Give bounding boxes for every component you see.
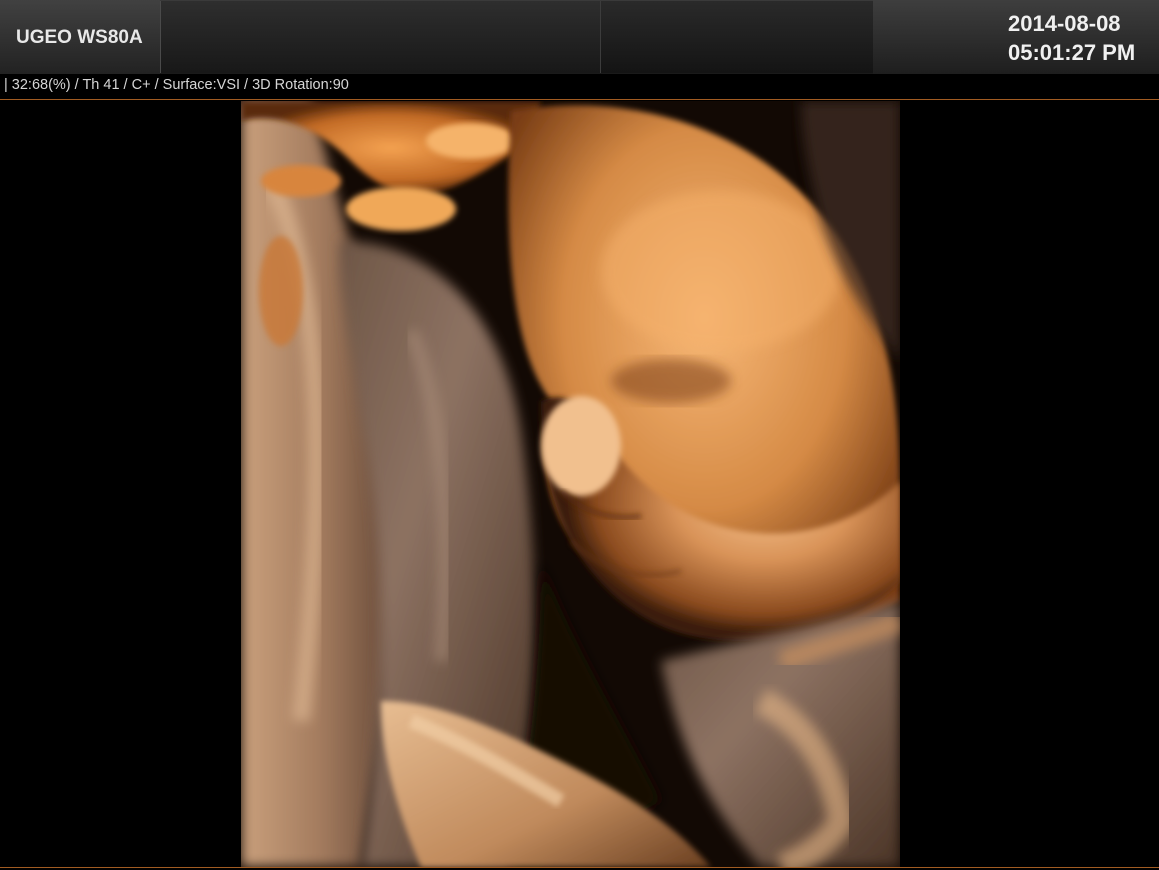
render-parameters: | 32:68(%) / Th 41 / C+ / Surface:VSI / … — [4, 77, 349, 93]
device-brand-panel: UGEO WS80A — [0, 0, 160, 74]
header-panel-patient — [160, 1, 601, 73]
image-viewport[interactable] — [0, 101, 1159, 868]
header-panel-probe — [600, 1, 873, 73]
3d-render-image — [241, 101, 900, 867]
device-name: UGEO WS80A — [16, 27, 143, 48]
current-date: 2014-08-08 — [1008, 11, 1121, 36]
top-header-bar: UGEO WS80A 2014-08-08 05:01:27 PM — [0, 0, 1159, 74]
ultrasound-screen: UGEO WS80A 2014-08-08 05:01:27 PM | 32:6… — [0, 0, 1159, 870]
current-time: 05:01:27 PM — [1008, 40, 1136, 65]
date-time-panel: 2014-08-08 05:01:27 PM — [873, 0, 1159, 74]
parameter-info-bar: | 32:68(%) / Th 41 / C+ / Surface:VSI / … — [0, 74, 1159, 100]
